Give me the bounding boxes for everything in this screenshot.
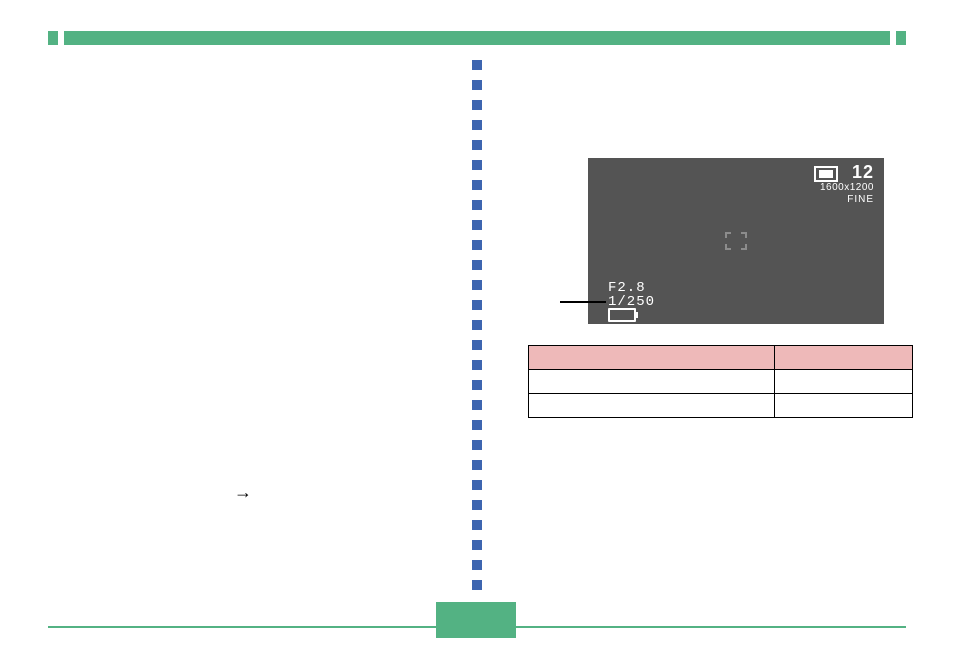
- arrow-icon: →: [234, 482, 252, 503]
- quality-label: FINE: [847, 194, 874, 205]
- table-header-cell: [775, 346, 913, 370]
- header-accent-right: [896, 31, 906, 45]
- battery-icon: [608, 308, 636, 322]
- memory-card-icon: [814, 166, 838, 182]
- table-header-row: [529, 346, 913, 370]
- header-accent-left: [48, 31, 58, 45]
- callout-line: [560, 301, 606, 303]
- resolution-label: 1600x1200: [820, 182, 874, 193]
- camera-display: 12 1600x1200 FINE F2.8 1/250: [588, 158, 884, 324]
- table-header-cell: [529, 346, 775, 370]
- table-cell: [775, 394, 913, 418]
- focus-brackets-icon: [725, 232, 747, 250]
- page-number-block: [436, 602, 516, 638]
- column-divider: [472, 60, 482, 600]
- table-cell: [775, 370, 913, 394]
- table-cell: [529, 394, 775, 418]
- table-row: [529, 394, 913, 418]
- header-bar: [64, 31, 890, 45]
- frames-remaining: 12: [852, 162, 874, 183]
- table-cell: [529, 370, 775, 394]
- manual-page: → 12 1600x1200 FINE F2.8 1/250: [0, 0, 954, 646]
- spec-table: [528, 345, 913, 418]
- table-row: [529, 370, 913, 394]
